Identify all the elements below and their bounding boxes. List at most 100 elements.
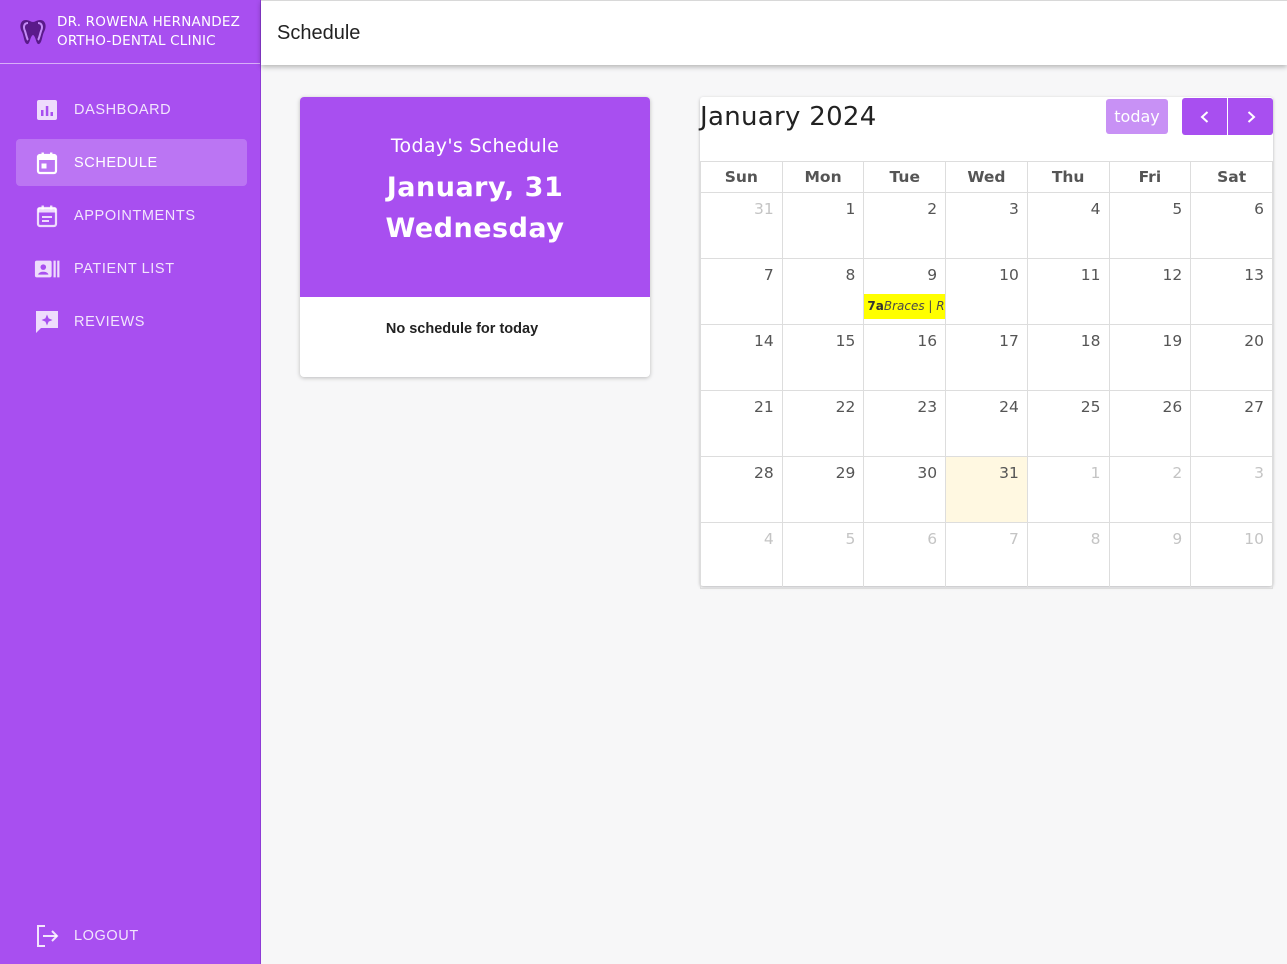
day-number[interactable]: 31 [701,193,782,218]
day-cell[interactable]: 7 [700,258,783,325]
day-number[interactable]: 31 [946,457,1027,482]
day-cell[interactable]: 3 [1190,456,1273,523]
day-cell[interactable]: 28 [700,456,783,523]
calendar-event[interactable]: 7aBraces | Re [864,294,946,319]
day-number[interactable]: 24 [946,391,1027,416]
day-number[interactable]: 23 [864,391,945,416]
day-number[interactable]: 20 [1191,325,1272,350]
sidebar-item-schedule[interactable]: SCHEDULE [16,139,247,186]
day-number[interactable]: 8 [783,259,864,284]
day-cell-today[interactable]: 31 [945,456,1028,523]
day-number[interactable]: 26 [1110,391,1191,416]
day-cell[interactable]: 10 [1190,522,1273,589]
day-number[interactable]: 9 [864,259,945,284]
calendar-title: January 2024 [700,102,877,132]
next-month-button[interactable] [1228,98,1273,135]
day-cell[interactable]: 18 [1026,324,1110,391]
day-cell[interactable]: 4 [1026,192,1110,259]
day-number[interactable]: 1 [1028,457,1109,482]
day-number[interactable]: 11 [1028,259,1109,284]
day-cell[interactable]: 16 [863,324,947,391]
day-number[interactable]: 14 [701,325,782,350]
day-number[interactable]: 25 [1028,391,1109,416]
day-number[interactable]: 16 [864,325,945,350]
day-cell[interactable]: 5 [781,522,865,589]
day-cell[interactable]: 2 [863,192,947,259]
day-cell[interactable]: 6 [863,522,947,589]
day-cell[interactable]: 9 [1108,522,1192,589]
day-number[interactable]: 1 [783,193,864,218]
day-cell[interactable]: 22 [781,390,865,457]
day-cell[interactable]: 31 [700,192,783,259]
day-cell[interactable]: 10 [945,258,1028,325]
day-cell[interactable]: 15 [781,324,865,391]
brand[interactable]: DR. ROWENA HERNANDEZ ORTHO-DENTAL CLINIC [0,0,260,64]
day-number[interactable]: 13 [1191,259,1272,284]
day-cell[interactable]: 26 [1108,390,1192,457]
sidebar-item-reviews[interactable]: REVIEWS [16,298,247,345]
day-number[interactable]: 5 [1110,193,1191,218]
day-cell[interactable]: 4 [700,522,783,589]
day-number[interactable]: 3 [946,193,1027,218]
day-cell[interactable]: 8 [781,258,865,325]
day-number[interactable]: 19 [1110,325,1191,350]
day-cell[interactable]: 23 [863,390,947,457]
day-number[interactable]: 22 [783,391,864,416]
day-number[interactable]: 4 [1028,193,1109,218]
day-cell[interactable]: 6 [1190,192,1273,259]
day-number[interactable]: 7 [946,523,1027,548]
day-cell[interactable]: 3 [945,192,1028,259]
day-cell[interactable]: 5 [1108,192,1192,259]
day-number[interactable]: 2 [1110,457,1191,482]
day-number[interactable]: 10 [946,259,1027,284]
day-cell[interactable]: 8 [1026,522,1110,589]
day-number[interactable]: 15 [783,325,864,350]
logout-button[interactable]: LOGOUT [16,912,247,959]
event-time: 7a [867,299,884,313]
day-number[interactable]: 4 [701,523,782,548]
day-cell[interactable]: 1 [781,192,865,259]
day-number[interactable]: 18 [1028,325,1109,350]
day-cell[interactable]: 29 [781,456,865,523]
day-cell[interactable]: 21 [700,390,783,457]
day-number[interactable]: 9 [1110,523,1191,548]
day-cell[interactable]: 14 [700,324,783,391]
day-number[interactable]: 17 [946,325,1027,350]
day-number[interactable]: 6 [1191,193,1272,218]
day-cell[interactable]: 9 7aBraces | Re [863,258,947,325]
day-cell[interactable]: 30 [863,456,947,523]
today-button[interactable]: today [1106,99,1168,134]
day-number[interactable]: 12 [1110,259,1191,284]
day-cell[interactable]: 20 [1190,324,1273,391]
day-number[interactable]: 2 [864,193,945,218]
day-number[interactable]: 30 [864,457,945,482]
day-cell[interactable]: 27 [1190,390,1273,457]
day-cell[interactable]: 7 [945,522,1028,589]
day-number[interactable]: 8 [1028,523,1109,548]
day-number[interactable]: 21 [701,391,782,416]
day-number[interactable]: 29 [783,457,864,482]
day-number[interactable]: 6 [864,523,945,548]
empty-schedule-message: No schedule for today [385,321,539,337]
day-number[interactable]: 10 [1191,523,1272,548]
sidebar-item-appointments[interactable]: APPOINTMENTS [16,192,247,239]
day-number[interactable]: 5 [783,523,864,548]
day-cell[interactable]: 17 [945,324,1028,391]
day-cell[interactable]: 25 [1026,390,1110,457]
day-cell[interactable]: 12 [1108,258,1192,325]
day-cell[interactable]: 1 [1026,456,1110,523]
day-cell[interactable]: 24 [945,390,1028,457]
prev-month-button[interactable] [1182,98,1227,135]
sidebar-item-dashboard[interactable]: DASHBOARD [16,86,247,133]
day-cell[interactable]: 19 [1108,324,1192,391]
day-cell[interactable]: 13 [1190,258,1273,325]
day-cell[interactable]: 2 [1108,456,1192,523]
day-number[interactable]: 3 [1191,457,1272,482]
day-number[interactable]: 28 [701,457,782,482]
event-note-icon [34,203,60,229]
sidebar-item-patient-list[interactable]: PATIENT LIST [16,245,247,292]
day-number[interactable]: 27 [1191,391,1272,416]
chevron-right-icon [1247,110,1255,123]
day-cell[interactable]: 11 [1026,258,1110,325]
day-number[interactable]: 7 [701,259,782,284]
